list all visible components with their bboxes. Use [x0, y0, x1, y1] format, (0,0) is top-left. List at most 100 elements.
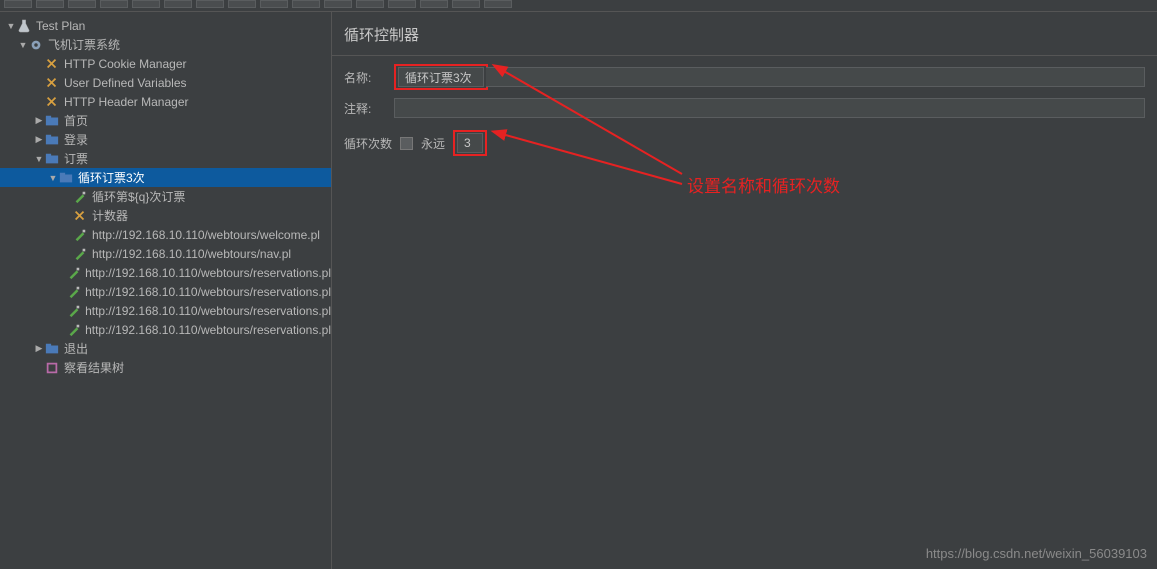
- sidebar-scrollbar[interactable]: [323, 12, 331, 569]
- sampler-icon: [67, 284, 81, 300]
- toolbar-button[interactable]: [388, 0, 416, 8]
- tree-collapse-icon[interactable]: ▶: [34, 343, 44, 354]
- toolbar-button[interactable]: [420, 0, 448, 8]
- tree-item-label: HTTP Header Manager: [64, 95, 189, 109]
- tree-collapse-icon[interactable]: ▶: [34, 115, 44, 126]
- tree-item[interactable]: ▼ 订票: [0, 149, 331, 168]
- tree-expand-icon[interactable]: ▼: [34, 154, 44, 164]
- flask-icon: [16, 18, 32, 34]
- panel-title: 循环控制器: [332, 20, 1157, 56]
- tree[interactable]: ▼ Test Plan ▼ 飞机订票系统 HTTP Cookie Manager User…: [0, 12, 331, 377]
- annotation-text: 设置名称和循环次数: [687, 172, 840, 197]
- tree-item-label: 首页: [64, 112, 88, 129]
- sampler-icon: [67, 303, 81, 319]
- toolbar-button[interactable]: [292, 0, 320, 8]
- tree-item[interactable]: http://192.168.10.110/webtours/reservati…: [0, 320, 331, 339]
- config-icon: [44, 94, 60, 110]
- tree-item[interactable]: http://192.168.10.110/webtours/nav.pl: [0, 244, 331, 263]
- sampler-icon: [72, 227, 88, 243]
- sampler-icon: [72, 189, 88, 205]
- tree-item[interactable]: ▼ 飞机订票系统: [0, 35, 331, 54]
- tree-item-label: http://192.168.10.110/webtours/reservati…: [85, 323, 331, 337]
- toolbar-button[interactable]: [196, 0, 224, 8]
- tree-item[interactable]: User Defined Variables: [0, 73, 331, 92]
- tree-item-label: Test Plan: [36, 19, 85, 33]
- sampler-icon: [67, 322, 81, 338]
- tree-item[interactable]: HTTP Header Manager: [0, 92, 331, 111]
- name-input-ext[interactable]: [486, 67, 1145, 87]
- tree-expand-icon[interactable]: ▼: [6, 21, 16, 31]
- tree-item-label: 订票: [64, 150, 88, 167]
- toolbar-button[interactable]: [100, 0, 128, 8]
- toolbar-button[interactable]: [4, 0, 32, 8]
- tree-item-label: http://192.168.10.110/webtours/reservati…: [85, 304, 331, 318]
- tree-item[interactable]: http://192.168.10.110/webtours/reservati…: [0, 282, 331, 301]
- toolbar-button[interactable]: [260, 0, 288, 8]
- forever-checkbox[interactable]: [400, 137, 413, 150]
- tree-item[interactable]: 循环第${q}次订票: [0, 187, 331, 206]
- tree-item-label: 飞机订票系统: [48, 36, 120, 53]
- tree-item[interactable]: HTTP Cookie Manager: [0, 54, 331, 73]
- folder-icon: [44, 132, 60, 148]
- tree-item-label: User Defined Variables: [64, 76, 187, 90]
- forever-label: 永远: [421, 135, 445, 152]
- tree-item-label: http://192.168.10.110/webtours/welcome.p…: [92, 228, 320, 242]
- loop-count-label: 循环次数: [344, 135, 392, 152]
- comment-row: 注释:: [332, 94, 1157, 122]
- tree-item-label: 登录: [64, 131, 88, 148]
- toolbar-button[interactable]: [324, 0, 352, 8]
- folder-icon: [44, 341, 60, 357]
- toolbar-button[interactable]: [228, 0, 256, 8]
- name-input[interactable]: [398, 67, 484, 87]
- tree-item[interactable]: http://192.168.10.110/webtours/reservati…: [0, 263, 331, 282]
- name-row: 名称:: [332, 60, 1157, 94]
- listener-icon: [44, 360, 60, 376]
- main-area: ▼ Test Plan ▼ 飞机订票系统 HTTP Cookie Manager User…: [0, 12, 1157, 569]
- tree-collapse-icon[interactable]: ▶: [34, 134, 44, 145]
- tree-item[interactable]: http://192.168.10.110/webtours/reservati…: [0, 301, 331, 320]
- tree-item-label: http://192.168.10.110/webtours/reservati…: [85, 285, 331, 299]
- toolbar-button[interactable]: [68, 0, 96, 8]
- config-icon: [44, 56, 60, 72]
- loop-count-input[interactable]: [457, 133, 483, 153]
- comment-input[interactable]: [394, 98, 1145, 118]
- toolbar-button[interactable]: [164, 0, 192, 8]
- tree-item[interactable]: ▶ 退出: [0, 339, 331, 358]
- sampler-icon: [72, 246, 88, 262]
- name-label: 名称:: [344, 69, 394, 86]
- tree-item[interactable]: 察看结果树: [0, 358, 331, 377]
- sampler-icon: [67, 265, 81, 281]
- toolbar-button[interactable]: [356, 0, 384, 8]
- tree-expand-icon[interactable]: ▼: [18, 40, 28, 50]
- tree-item-label: 察看结果树: [64, 359, 124, 376]
- tree-item[interactable]: ▶ 首页: [0, 111, 331, 130]
- folder-icon: [44, 151, 60, 167]
- toolbar-button[interactable]: [484, 0, 512, 8]
- tree-item-label: http://192.168.10.110/webtours/reservati…: [85, 266, 331, 280]
- tree-item-label: HTTP Cookie Manager: [64, 57, 187, 71]
- tree-item-label: http://192.168.10.110/webtours/nav.pl: [92, 247, 291, 261]
- tree-item-label: 计数器: [92, 207, 128, 224]
- tree-expand-icon[interactable]: ▼: [48, 173, 58, 183]
- tree-item[interactable]: http://192.168.10.110/webtours/welcome.p…: [0, 225, 331, 244]
- tree-item-label: 循环第${q}次订票: [92, 188, 185, 205]
- tree-item[interactable]: ▼ Test Plan: [0, 16, 331, 35]
- tree-item[interactable]: ▶ 登录: [0, 130, 331, 149]
- tree-item[interactable]: 计数器: [0, 206, 331, 225]
- folder-icon: [44, 113, 60, 129]
- comment-label: 注释:: [344, 100, 394, 117]
- config-icon: [72, 208, 88, 224]
- gear-icon: [28, 37, 44, 53]
- loop-row: 循环次数 永远: [332, 122, 1157, 164]
- tree-item[interactable]: ▼ 循环订票3次: [0, 168, 331, 187]
- tree-sidebar: ▼ Test Plan ▼ 飞机订票系统 HTTP Cookie Manager User…: [0, 12, 332, 569]
- toolbar: [0, 0, 1157, 12]
- config-icon: [44, 75, 60, 91]
- toolbar-button[interactable]: [452, 0, 480, 8]
- tree-item-label: 退出: [64, 340, 88, 357]
- content-panel: 循环控制器 名称: 注释: 循环次数 永远 设置名称和循环次数: [332, 12, 1157, 569]
- folder-icon: [58, 170, 74, 186]
- toolbar-button[interactable]: [36, 0, 64, 8]
- tree-item-label: 循环订票3次: [78, 169, 145, 186]
- toolbar-button[interactable]: [132, 0, 160, 8]
